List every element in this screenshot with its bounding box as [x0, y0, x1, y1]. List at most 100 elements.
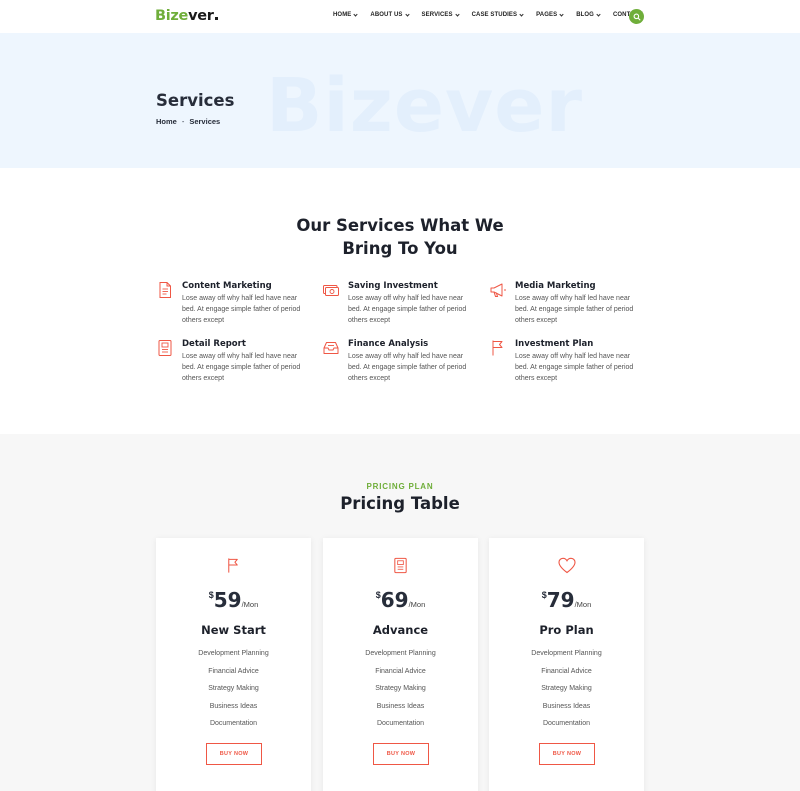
plan-feature: Development Planning	[198, 650, 269, 657]
logo[interactable]: Bizever	[155, 8, 218, 24]
plan-price: $79/Mon	[489, 588, 644, 612]
nav-blog[interactable]: BLOG	[576, 11, 601, 18]
banner-watermark: Bizever	[266, 63, 583, 149]
service-description: Lose away off why half led have near bed…	[348, 353, 467, 382]
pricing-card-new-start: $59/Mon New Start Development Planning F…	[156, 538, 311, 791]
nav-home-label: HOME	[333, 12, 352, 18]
plan-feature: Development Planning	[531, 650, 602, 657]
price-period: /Mon	[241, 600, 259, 609]
breadcrumb-home[interactable]: Home	[156, 117, 177, 126]
buy-now-button[interactable]: BUY NOW	[206, 743, 262, 765]
logo-dot	[214, 17, 218, 20]
plan-feature: Financial Advice	[375, 667, 426, 675]
service-title: Saving Investment	[348, 281, 438, 291]
nav-home[interactable]: HOME	[333, 11, 359, 18]
plan-name: Advance	[372, 623, 429, 637]
megaphone-icon	[490, 283, 506, 297]
pricing-title: Pricing Table	[340, 494, 460, 513]
chevron-down-icon	[559, 11, 564, 17]
pricing-card-pro-plan: $79/Mon Pro Plan Development Planning Fi…	[489, 538, 644, 791]
heart-icon	[557, 557, 576, 574]
breadcrumb-separator: -	[181, 117, 185, 126]
logo-text-dark: ver	[188, 8, 214, 24]
nav-pages[interactable]: PAGES	[536, 11, 564, 18]
site-header: Bizever HOME ABOUT US SERVICES CASE STUD…	[0, 0, 800, 33]
plan-feature: Strategy Making	[208, 685, 259, 692]
flag-icon	[492, 340, 503, 356]
nav-about-us-label: ABOUT US	[370, 12, 403, 18]
service-title: Finance Analysis	[348, 339, 429, 349]
document-icon	[159, 282, 171, 298]
service-description: Lose away off why half led have near bed…	[515, 295, 634, 324]
service-description: Lose away off why half led have near bed…	[182, 295, 301, 324]
pricing-card-advance: $69/Mon Advance Development Planning Fin…	[323, 538, 478, 791]
plan-feature: Documentation	[542, 720, 591, 727]
pricing-subtitle: PRICING PLAN	[366, 482, 434, 491]
search-icon	[633, 13, 640, 20]
price-currency: $	[375, 590, 381, 600]
nav-pages-label: PAGES	[536, 12, 558, 18]
nav-services-label: SERVICES	[421, 12, 453, 18]
service-description: Lose away off why half led have near bed…	[348, 295, 467, 324]
plan-name: Pro Plan	[539, 623, 594, 637]
chevron-down-icon	[519, 11, 524, 17]
plan-feature: Strategy Making	[541, 685, 592, 692]
logo-text-green: Bize	[155, 8, 189, 24]
buy-now-button[interactable]: BUY NOW	[539, 743, 595, 765]
service-description: Lose away off why half led have near bed…	[515, 353, 634, 382]
nav-services[interactable]: SERVICES	[421, 11, 460, 18]
card-icon-wrap	[323, 557, 478, 574]
price-currency: $	[208, 590, 214, 600]
price-period: /Mon	[574, 600, 592, 609]
price-amount: 79	[546, 588, 575, 612]
plan-feature: Financial Advice	[541, 667, 592, 675]
services-heading-line2: Bring To You	[342, 239, 458, 258]
nav-blog-label: BLOG	[576, 12, 594, 18]
service-description: Lose away off why half led have near bed…	[182, 353, 301, 382]
page-banner: Bizever Services Home - Services	[0, 33, 800, 168]
main-nav: HOME ABOUT US SERVICES CASE STUDIES PAGE…	[333, 11, 643, 18]
service-title: Media Marketing	[515, 281, 596, 291]
buy-now-button[interactable]: BUY NOW	[373, 743, 429, 765]
plan-name: New Start	[201, 623, 266, 637]
nav-case-studies[interactable]: CASE STUDIES	[471, 11, 524, 18]
plan-feature: Documentation	[376, 720, 425, 727]
plan-features: Development Planning Financial Advice St…	[156, 650, 311, 738]
report-icon	[158, 340, 172, 356]
chevron-down-icon	[596, 11, 601, 17]
service-title: Detail Report	[182, 339, 246, 349]
plan-feature: Documentation	[209, 720, 258, 727]
plan-feature: Business Ideas	[376, 702, 425, 710]
chevron-down-icon	[454, 11, 460, 17]
price-amount: 59	[213, 588, 242, 612]
plan-feature: Financial Advice	[208, 667, 259, 675]
price-period: /Mon	[408, 600, 426, 609]
plan-features: Development Planning Financial Advice St…	[489, 650, 644, 738]
service-title: Content Marketing	[182, 281, 272, 291]
plan-price: $59/Mon	[156, 588, 311, 612]
price-amount: 69	[380, 588, 409, 612]
plan-feature: Development Planning	[365, 650, 436, 657]
plan-feature: Business Ideas	[209, 702, 258, 710]
page-title: Services	[156, 91, 235, 110]
plan-features: Development Planning Financial Advice St…	[323, 650, 478, 738]
chevron-down-icon	[353, 11, 359, 17]
plan-feature: Strategy Making	[375, 685, 426, 692]
price-currency: $	[541, 590, 547, 600]
money-icon	[323, 285, 339, 296]
flag-icon	[228, 558, 238, 573]
report-icon	[394, 557, 407, 574]
search-button[interactable]	[629, 9, 644, 24]
nav-case-studies-label: CASE STUDIES	[471, 12, 518, 18]
breadcrumb-current: Services	[189, 117, 221, 126]
services-heading: Our Services What We Bring To You	[0, 214, 800, 260]
nav-about-us[interactable]: ABOUT US	[370, 11, 410, 18]
chevron-down-icon	[404, 11, 410, 17]
services-heading-line1: Our Services What We	[296, 216, 504, 235]
breadcrumb: Home - Services	[156, 117, 220, 126]
inbox-icon	[323, 342, 339, 354]
service-title: Investment Plan	[515, 339, 594, 349]
plan-feature: Business Ideas	[542, 702, 591, 710]
plan-price: $69/Mon	[323, 588, 478, 612]
card-icon-wrap	[489, 557, 644, 574]
